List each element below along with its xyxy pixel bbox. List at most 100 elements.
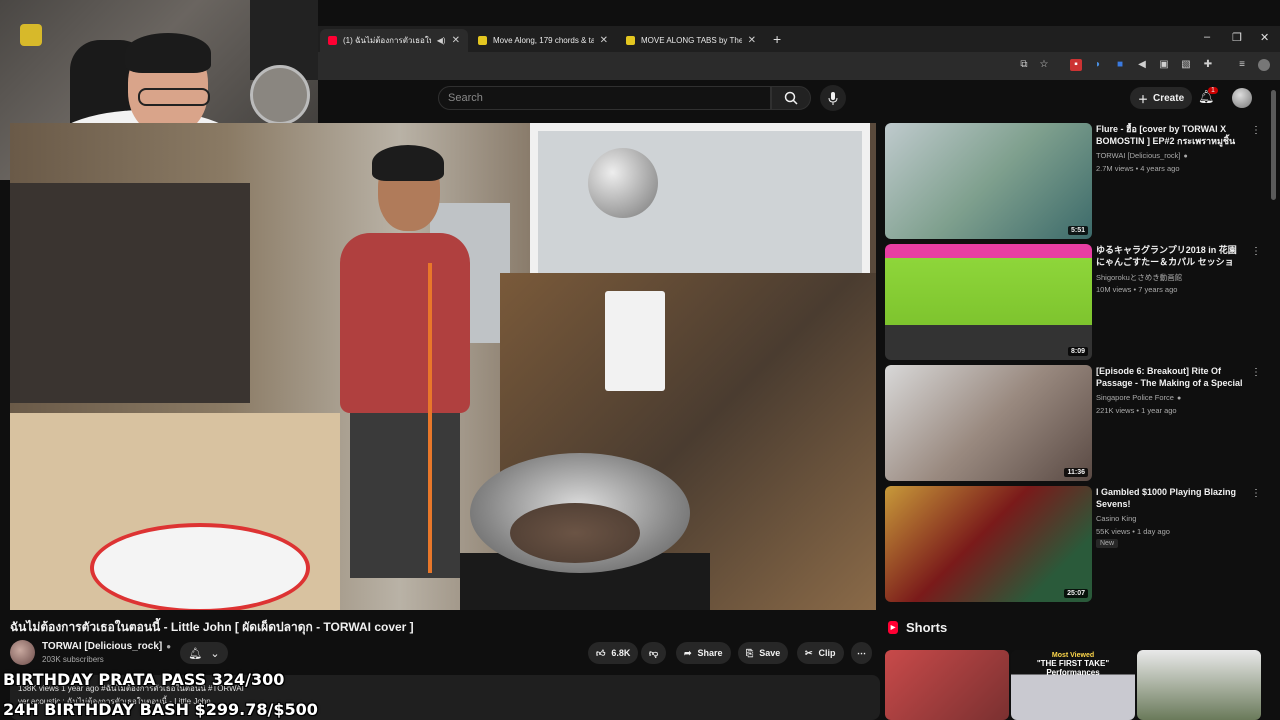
chevron-down-icon: ⌄ [210, 647, 220, 660]
screen: (1) ฉันไม่ต้องการตัวเธอในตอนนี้ ◀) ✕ Mov… [0, 0, 1280, 720]
close-window-button[interactable]: ✕ [1260, 31, 1269, 44]
minimize-button[interactable]: – [1204, 31, 1210, 43]
recommended-video[interactable]: 5:51 Flure - ฮื้อ [cover by TORWAI X BOM… [885, 123, 1265, 241]
dislike-button[interactable]: 👎︎ [641, 642, 667, 664]
tab-title: Move Along, 179 chords & tabs [493, 36, 594, 45]
video-duration: 11:36 [1064, 468, 1088, 477]
channel-name[interactable]: TORWAI [Delicious_rock] ● [1096, 151, 1188, 160]
save-button[interactable]: ⎘ Save [738, 642, 789, 664]
singer-shirt [340, 233, 470, 413]
channel-name[interactable]: TORWAI [Delicious_rock] ● [42, 641, 171, 652]
subscriber-count: 203K subscribers [42, 655, 104, 664]
create-button[interactable]: ＋ Create [1130, 87, 1193, 109]
create-label: Create [1153, 92, 1185, 104]
extension-icon[interactable]: ▣ [1158, 59, 1170, 71]
like-button[interactable]: 👍︎ 6.8K [588, 642, 639, 664]
more-vertical-icon[interactable]: ⋮ [1251, 367, 1261, 378]
video-title[interactable]: [Episode 6: Breakout] Rite Of Passage - … [1096, 365, 1246, 389]
bookmark-star-icon[interactable]: ☆ [1038, 59, 1050, 71]
more-actions-button[interactable]: ⋯ [851, 642, 872, 664]
singer-legs [350, 408, 460, 578]
channel-name[interactable]: Casino King [1096, 514, 1136, 523]
channel-name[interactable]: Shigorokuとさめき動画館 [1096, 272, 1182, 283]
share-button[interactable]: ➦ Share [676, 642, 731, 664]
channel-avatar[interactable] [10, 640, 35, 665]
notification-badge: 1 [1208, 87, 1218, 94]
new-badge: New [1096, 539, 1119, 548]
shorts-heading-text: Shorts [906, 620, 948, 635]
short-thumbnail[interactable] [1137, 650, 1261, 720]
recommended-video[interactable]: 11:36 [Episode 6: Breakout] Rite Of Pass… [885, 365, 1265, 483]
tab-title: MOVE ALONG TABS by The All- [641, 36, 742, 45]
extension-icon[interactable]: ▧ [1180, 59, 1192, 71]
shorts-icon: ▶ [888, 621, 898, 634]
new-tab-button[interactable]: + [773, 31, 781, 47]
short-thumbnail[interactable]: Most Viewed "THE FIRST TAKE" Performance… [1011, 650, 1135, 720]
speaker-icon[interactable]: ◀) [437, 36, 446, 45]
singer-hair [372, 145, 444, 181]
recommended-video[interactable]: 25:07 I Gambled $1000 Playing Blazing Se… [885, 486, 1265, 604]
shorts-heading: ▶ Shorts [888, 620, 947, 635]
video-duration: 8:09 [1067, 347, 1088, 356]
video-thumbnail[interactable]: 8:09 [885, 244, 1092, 360]
close-tab-icon[interactable]: ✕ [742, 35, 756, 46]
search-input[interactable]: Search [438, 86, 771, 110]
restore-button[interactable]: ❐ [1232, 31, 1242, 44]
video-thumbnail[interactable]: 25:07 [885, 486, 1092, 602]
video-player[interactable] [10, 123, 876, 610]
extension-icon[interactable]: ◗ [1092, 59, 1104, 71]
scrollbar-thumb[interactable] [1271, 90, 1276, 200]
streamer-glasses [138, 88, 210, 106]
more-horizontal-icon: ⋯ [857, 647, 866, 658]
browser-toolbar: ⧉ ☆ ▪ ◗ ■ ◀ ▣ ▧ ✚ ≡ ⋮ [318, 52, 1280, 80]
video-title[interactable]: I Gambled $1000 Playing Blazing Sevens! [1096, 486, 1246, 510]
video-title[interactable]: Flure - ฮื้อ [cover by TORWAI X BOMOSTIN… [1096, 123, 1246, 147]
kitchen-shelf [10, 183, 250, 403]
close-tab-icon[interactable]: ✕ [446, 35, 460, 46]
video-thumbnail[interactable]: 5:51 [885, 123, 1092, 239]
close-tab-icon[interactable]: ✕ [594, 35, 608, 46]
extension-icon[interactable]: ▪ [1070, 59, 1082, 71]
save-label: Save [759, 648, 781, 658]
share-label: Share [697, 648, 723, 658]
streamer-hair [125, 33, 211, 73]
ultimate-guitar-icon [478, 36, 487, 45]
video-meta: 2.7M views • 4 years ago [1096, 164, 1180, 173]
like-count: 6.8K [611, 648, 631, 658]
more-vertical-icon[interactable]: ⋮ [1251, 488, 1261, 499]
more-vertical-icon[interactable]: ⋮ [1251, 125, 1261, 136]
thumbs-down-icon: 👎︎ [649, 647, 659, 658]
media-control-icon[interactable]: ≡ [1236, 59, 1248, 71]
profile-icon[interactable] [1258, 59, 1270, 71]
short-thumbnail[interactable] [885, 650, 1009, 720]
tab-chords[interactable]: Move Along, 179 chords & tabs ✕ [470, 29, 616, 52]
voice-search-button[interactable] [820, 85, 846, 111]
extensions-puzzle-icon[interactable]: ✚ [1202, 59, 1214, 71]
clip-button[interactable]: ✂ Clip [797, 642, 844, 664]
youtube-icon [328, 36, 337, 45]
hanging-pan [588, 148, 658, 218]
video-duration: 5:51 [1067, 226, 1088, 235]
video-title[interactable]: ゆるキャラグランプリ2018 in 花園 にゃんごすたー＆カパル セッション… [1096, 244, 1246, 268]
account-avatar[interactable] [1232, 88, 1252, 108]
stream-goal-text: 24H BIRTHDAY BASH $299.78/$500 [3, 700, 318, 719]
video-thumbnail[interactable]: 11:36 [885, 365, 1092, 481]
tab-move-along[interactable]: MOVE ALONG TABS by The All- ✕ [618, 29, 764, 52]
youtube-header: Search ＋ Create 🔔︎ 1 [318, 80, 1280, 120]
ultimate-guitar-icon [626, 36, 635, 45]
tab-youtube[interactable]: (1) ฉันไม่ต้องการตัวเธอในตอนนี้ ◀) ✕ [320, 29, 468, 52]
install-icon[interactable]: ⧉ [1018, 59, 1030, 71]
toy-figure [20, 24, 42, 46]
video-meta: 55K views • 1 day ago [1096, 527, 1170, 536]
recommended-video[interactable]: 8:09 ゆるキャラグランプリ2018 in 花園 にゃんごすたー＆カパル セッ… [885, 244, 1265, 362]
browser-tab-bar: (1) ฉันไม่ต้องการตัวเธอในตอนนี้ ◀) ✕ Mov… [318, 26, 1280, 52]
extension-icon[interactable]: ■ [1114, 59, 1126, 71]
more-vertical-icon[interactable]: ⋮ [1251, 246, 1261, 257]
video-meta: 221K views • 1 year ago [1096, 406, 1177, 415]
channel-name[interactable]: Singapore Police Force ● [1096, 393, 1181, 402]
tab-title: (1) ฉันไม่ต้องการตัวเธอในตอนนี้ [343, 36, 431, 45]
verified-icon: ● [1183, 153, 1188, 160]
subscription-bell-button[interactable]: 🔔︎ ⌄ [180, 642, 228, 664]
volume-icon[interactable]: ◀ [1136, 59, 1148, 71]
search-button[interactable] [771, 86, 811, 110]
